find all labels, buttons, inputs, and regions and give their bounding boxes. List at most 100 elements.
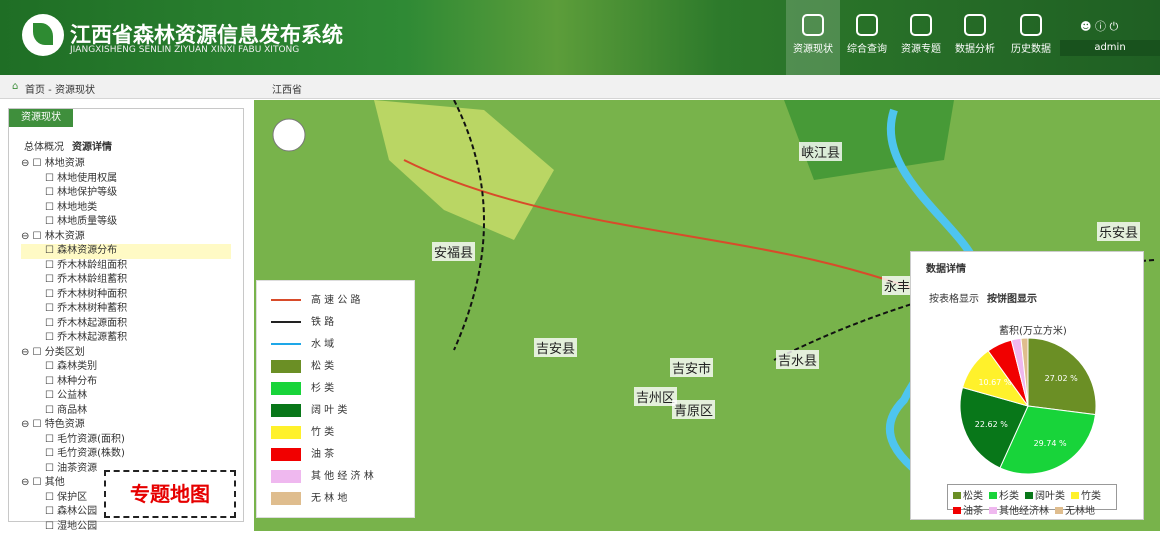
- pie-legend-label: 杉类: [999, 491, 1019, 502]
- tree-label: 油茶资源: [57, 463, 97, 474]
- legend-label: 竹 类: [311, 427, 334, 438]
- pie-chart: 27.02 %29.74 %22.62 %10.67 %: [911, 336, 1145, 506]
- tree-item[interactable]: ☐ 林地质量等级: [21, 215, 231, 230]
- file-icon: ☐: [45, 260, 57, 271]
- tree-item[interactable]: ☐ 森林资源分布: [21, 244, 231, 259]
- pie-legend-label: 竹类: [1081, 491, 1101, 502]
- tree-item[interactable]: ☐ 公益林: [21, 389, 231, 404]
- tree-item[interactable]: ☐ 乔木林树种面积: [21, 288, 231, 303]
- region-select[interactable]: 江西省: [272, 81, 302, 96]
- sidebar-tab[interactable]: 资源现状: [9, 109, 73, 127]
- sidebar: 资源现状 总体概况 资源详情 ⊖ ☐ 林地资源☐ 林地使用权属☐ 林地保护等级☐…: [8, 108, 244, 522]
- tab-pie[interactable]: 按饼图显示: [987, 290, 1037, 305]
- pie-slice-label: 29.74 %: [1034, 439, 1067, 448]
- legend-label: 阔 叶 类: [311, 405, 347, 416]
- tree-label: 乔木林树种面积: [57, 289, 127, 300]
- data-detail-card: 数据详情 按表格显示 按饼图显示 蓄积(万立方米) 27.02 %29.74 %…: [910, 251, 1144, 520]
- tree-label: 保护区: [57, 492, 87, 503]
- legend-swatch: [271, 382, 301, 395]
- pie-legend-item: 阔叶类: [1025, 487, 1065, 502]
- legend-label: 水 域: [311, 339, 334, 350]
- pie-legend-item: 无林地: [1055, 502, 1095, 517]
- pie-legend-label: 其他经济林: [999, 506, 1049, 517]
- tree-item[interactable]: ☐ 毛竹资源(面积): [21, 433, 231, 448]
- pie-legend-label: 油茶: [963, 506, 983, 517]
- legend-label: 松 类: [311, 361, 334, 372]
- pie-legend-label: 无林地: [1065, 506, 1095, 517]
- tree-item[interactable]: ☐ 森林类别: [21, 360, 231, 375]
- legend-item: 水 域: [271, 337, 409, 353]
- file-icon: ☐: [45, 434, 57, 445]
- legend-label: 无 林 地: [311, 493, 347, 504]
- file-icon: ☐: [45, 390, 57, 401]
- tree-item[interactable]: ☐ 林地地类: [21, 201, 231, 216]
- file-icon: ☐: [45, 521, 57, 532]
- database-icon: [1020, 14, 1042, 36]
- file-icon: ☐: [45, 376, 57, 387]
- legend-label: 油 茶: [311, 449, 334, 460]
- legend-item: 铁 路: [271, 315, 409, 331]
- nav-query[interactable]: 综合查询: [840, 0, 894, 75]
- legend-item: 阔 叶 类: [271, 403, 409, 419]
- tree-item[interactable]: ☐ 毛竹资源(株数): [21, 447, 231, 462]
- tree-label: 其他: [45, 477, 65, 488]
- tree-group[interactable]: ⊖ ☐ 分类区划: [21, 346, 231, 361]
- home-icon[interactable]: ⌂: [12, 81, 18, 92]
- file-icon: ☐: [45, 361, 57, 372]
- tree-label: 商品林: [57, 405, 87, 416]
- power-icon[interactable]: ⏻: [1109, 20, 1118, 33]
- tree-item[interactable]: ☐ 乔木林树种蓄积: [21, 302, 231, 317]
- nav-resource-status[interactable]: 资源现状: [786, 0, 840, 75]
- tree-item[interactable]: ☐ 乔木林龄组蓄积: [21, 273, 231, 288]
- legend-item: 高 速 公 路: [271, 293, 409, 309]
- tab-table[interactable]: 按表格显示: [929, 290, 979, 305]
- info-icon[interactable]: ⓘ: [1095, 20, 1106, 33]
- folder-icon: ⊖ ☐: [21, 477, 45, 488]
- map-label: 青原区: [672, 400, 715, 419]
- subtab-details[interactable]: 资源详情: [72, 138, 112, 153]
- file-icon: ☐: [45, 448, 57, 459]
- legend-label: 铁 路: [311, 317, 334, 328]
- tree-item[interactable]: ☐ 商品林: [21, 404, 231, 419]
- username[interactable]: admin: [1060, 40, 1160, 56]
- tree-item[interactable]: ☐ 湿地公园: [21, 520, 231, 534]
- file-icon: ☐: [45, 463, 57, 474]
- user-icon[interactable]: ☻: [1080, 20, 1091, 33]
- map-label: 吉水县: [776, 350, 819, 369]
- tree-item[interactable]: ☐ 乔木林龄组面积: [21, 259, 231, 274]
- pie-legend-item: 杉类: [989, 487, 1019, 502]
- pie-slice-label: 27.02 %: [1045, 374, 1078, 383]
- tree-item[interactable]: ☐ 乔木林起源蓄积: [21, 331, 231, 346]
- tree-item[interactable]: ☐ 林地保护等级: [21, 186, 231, 201]
- tree-group[interactable]: ⊖ ☐ 林木资源: [21, 230, 231, 245]
- file-icon: ☐: [45, 303, 57, 314]
- pie-legend-item: 其他经济林: [989, 502, 1049, 517]
- tree-label: 林地保护等级: [57, 187, 117, 198]
- tree-item[interactable]: ☐ 林地使用权属: [21, 172, 231, 187]
- nav-topic[interactable]: 资源专题: [894, 0, 948, 75]
- tree-group[interactable]: ⊖ ☐ 特色资源: [21, 418, 231, 433]
- legend-swatch: [271, 321, 301, 323]
- subtab-overview[interactable]: 总体概况: [24, 138, 64, 153]
- legend-item: 杉 类: [271, 381, 409, 397]
- tree-label: 毛竹资源(株数): [57, 448, 125, 459]
- nav-label: 资源专题: [901, 44, 941, 55]
- file-icon: ☐: [45, 173, 57, 184]
- tree-label: 特色资源: [45, 419, 85, 430]
- file-icon: ☐: [45, 289, 57, 300]
- tree-label: 公益林: [57, 390, 87, 401]
- tree-label: 乔木林树种蓄积: [57, 303, 127, 314]
- file-icon: ☐: [45, 216, 57, 227]
- nav-history[interactable]: 历史数据: [1004, 0, 1058, 75]
- tree-label: 林木资源: [45, 231, 85, 242]
- nav-analysis[interactable]: 数据分析: [948, 0, 1002, 75]
- tree-label: 毛竹资源(面积): [57, 434, 125, 445]
- nav-label: 综合查询: [847, 44, 887, 55]
- toolbar: ⌂ 首页 - 资源现状 江西省: [0, 75, 1160, 99]
- tree-group[interactable]: ⊖ ☐ 林地资源: [21, 157, 231, 172]
- pie-legend: 松类杉类阔叶类竹类油茶其他经济林无林地: [947, 484, 1117, 510]
- tree-item[interactable]: ☐ 林种分布: [21, 375, 231, 390]
- breadcrumb: 首页 - 资源现状: [25, 81, 95, 96]
- tree-item[interactable]: ☐ 乔木林起源面积: [21, 317, 231, 332]
- app-subtitle: JIANGXISHENG SENLIN ZIYUAN XINXI FABU XI…: [70, 45, 299, 55]
